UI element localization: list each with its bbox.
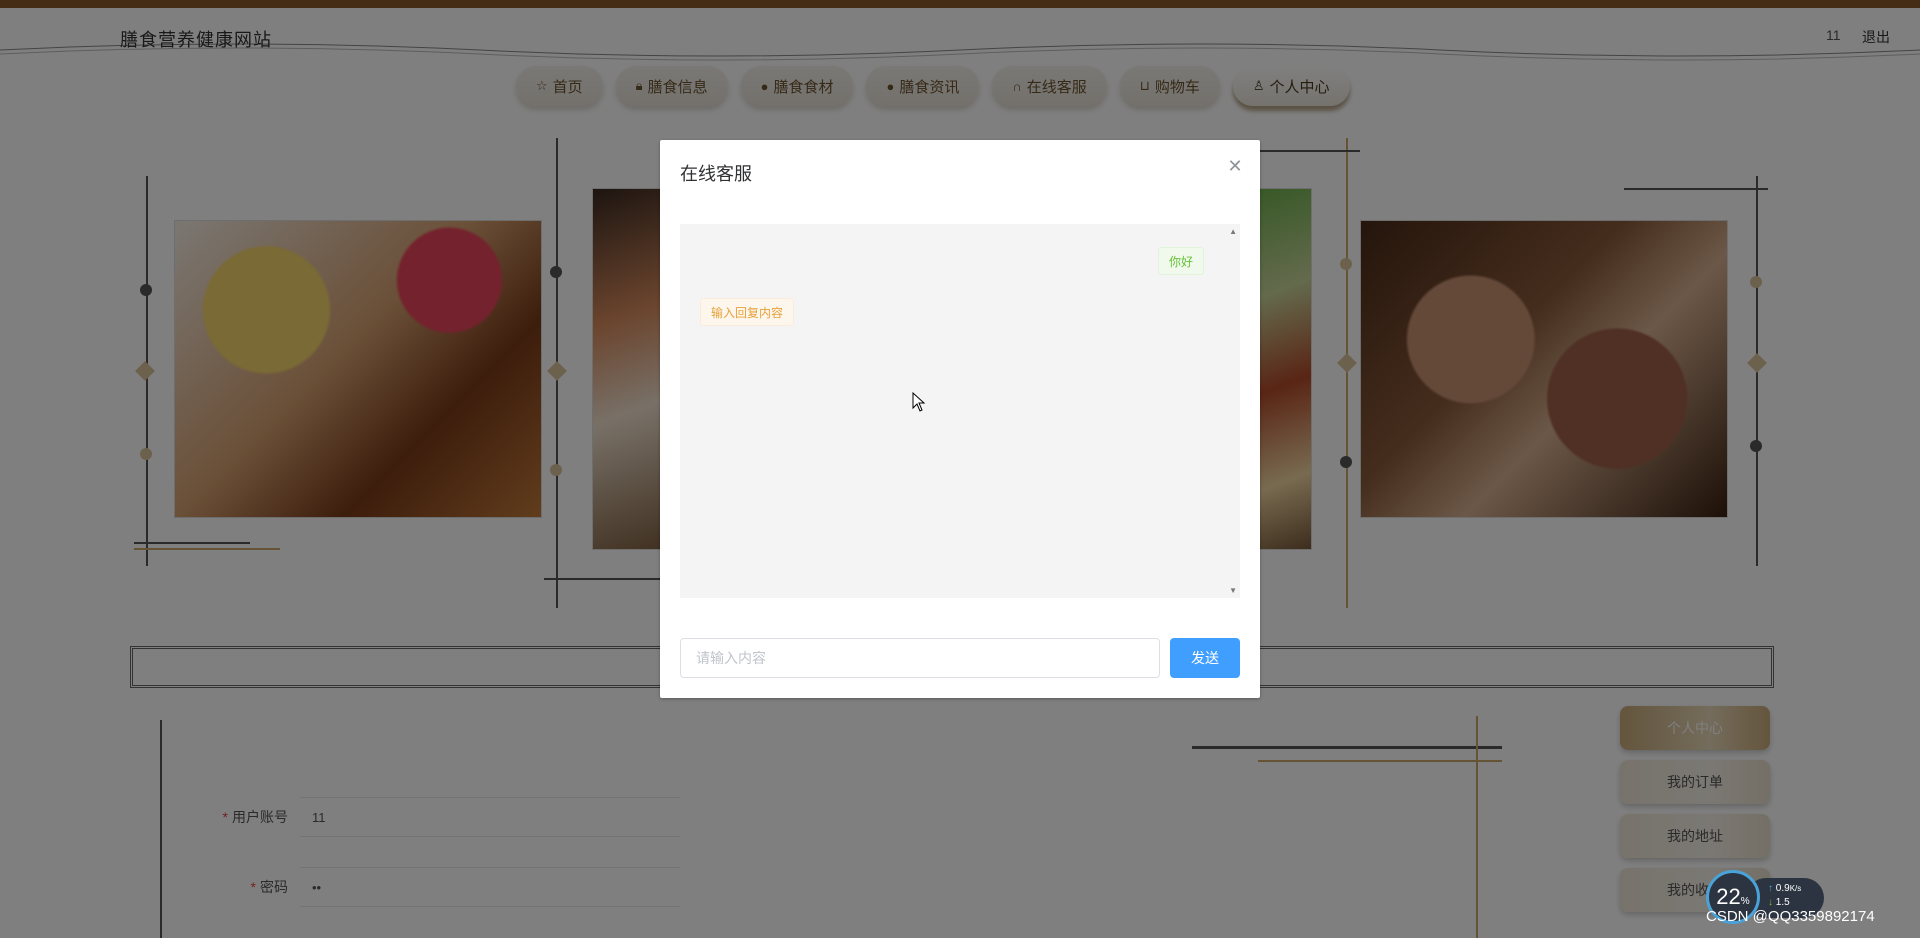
upload-speed: 0.9 (1775, 883, 1790, 894)
scroll-up-icon[interactable]: ▲ (1229, 227, 1237, 236)
cpu-unit: % (1740, 895, 1750, 907)
close-icon[interactable]: ✕ (1225, 156, 1245, 176)
chat-message-area[interactable]: 你好 输入回复内容 ▲ ▼ (680, 224, 1240, 598)
chat-message-input[interactable] (680, 638, 1160, 678)
upload-arrow-icon: ↑ (1768, 883, 1773, 894)
page: 膳食营养健康网站 11 退出 ☆ 首页 🔒︎ 膳食信息 ● 膳食食材 ● 膳食资… (0, 0, 1920, 938)
chat-scrollbar[interactable]: ▲ ▼ (1226, 224, 1240, 598)
mouse-cursor-icon (912, 392, 926, 412)
user-message-bubble: 你好 (1157, 247, 1204, 275)
cpu-percent: 22 (1716, 884, 1741, 909)
upload-unit: K/s (1789, 884, 1802, 893)
customer-service-dialog: 在线客服 ✕ 你好 输入回复内容 ▲ ▼ 发送 (660, 140, 1260, 698)
dialog-title: 在线客服 (680, 164, 752, 184)
download-speed: 1.5 (1775, 897, 1790, 908)
scroll-down-icon[interactable]: ▼ (1229, 586, 1237, 595)
reply-message-bubble: 输入回复内容 (700, 298, 795, 326)
csdn-watermark: CSDN @QQ3359892174 (1706, 908, 1875, 925)
download-arrow-icon: ↓ (1768, 897, 1773, 908)
send-button[interactable]: 发送 (1170, 638, 1240, 678)
